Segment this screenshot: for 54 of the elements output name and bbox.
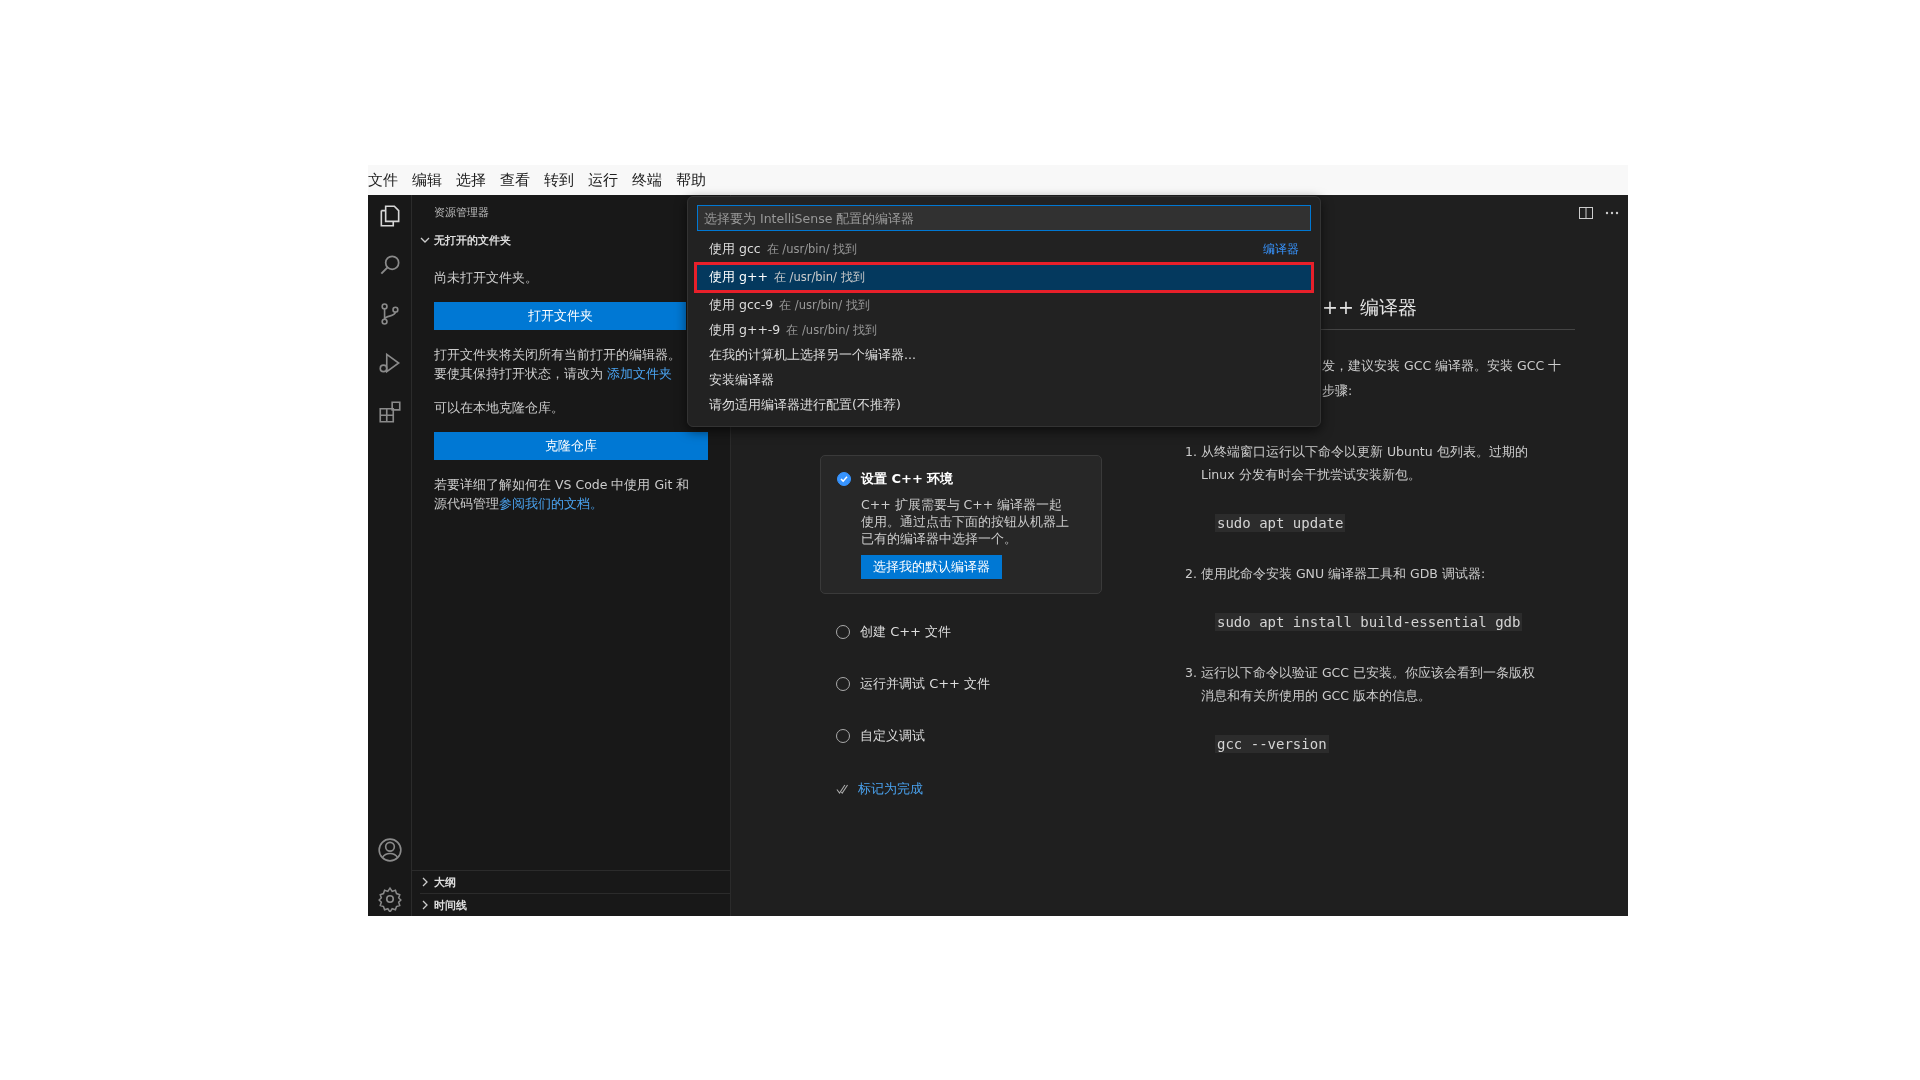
step-title[interactable]: 自定义调试	[860, 727, 925, 745]
quick-pick-item[interactable]: 使用 g++ 在 /usr/bin/ 找到	[694, 262, 1314, 293]
step-title[interactable]: 运行并调试 C++ 文件	[860, 675, 991, 693]
git-note: 若要详细了解如何在 VS Code 中使用 Git 和源代码管理参阅我们的文档。	[434, 476, 691, 513]
quick-pick-item[interactable]: 请勿适用编译器进行配置(不推荐)	[694, 393, 1314, 418]
menu-item[interactable]: 编辑	[412, 170, 442, 190]
split-editor-icon[interactable]	[1578, 205, 1594, 221]
extensions-icon[interactable]	[376, 399, 403, 425]
section-title[interactable]: 无打开的文件夹	[434, 232, 511, 248]
section-title[interactable]: 时间线	[434, 897, 467, 913]
menu-item[interactable]: 文件	[368, 170, 398, 190]
select-compiler-button[interactable]: 选择我的默认编译器	[861, 555, 1002, 579]
open-folder-button[interactable]: 打开文件夹	[434, 302, 686, 330]
step-card[interactable]: 设置 C++ 环境 C++ 扩展需要与 C++ 编译器一起使用。通过点击下面的按钮从机器上已有的编译器中选择一个。 选择我的默认编译器	[820, 455, 1102, 594]
step-text: 使用此命令安装 GNU 编译器工具和 GDB 调试器:	[1200, 565, 1487, 583]
menu-item[interactable]: 转到	[544, 170, 574, 190]
intro-text: 步骤:	[1322, 383, 1354, 400]
quick-pick-item[interactable]: 使用 g++-9 在 /usr/bin/ 找到	[694, 318, 1314, 343]
quick-pick-item[interactable]: 在我的计算机上选择另一个编译器...	[694, 343, 1314, 368]
menu-item[interactable]: 运行	[588, 170, 618, 190]
menu-item[interactable]: 终端	[632, 170, 662, 190]
docs-link[interactable]: 参阅我们的文档。	[499, 496, 603, 511]
step-title: 设置 C++ 环境	[861, 470, 954, 488]
step-text: 从终端窗口运行以下命令以更新 Ubuntu 包列表。过期的 Linux 分发有时会干扰尝试安装新包。	[1200, 443, 1529, 484]
chevron-icon[interactable]	[420, 900, 430, 910]
clone-repo-button[interactable]: 克隆仓库	[434, 432, 708, 460]
mark-done-link[interactable]: 标记为完成	[858, 780, 923, 798]
step-number: 2.	[1185, 565, 1197, 583]
chevron-icon[interactable]	[420, 235, 430, 245]
account-icon[interactable]	[376, 837, 403, 863]
empty-message: 尚未打开文件夹。	[434, 269, 539, 287]
sidebar-title: 资源管理器	[434, 205, 489, 220]
command-code: gcc --version	[1215, 735, 1329, 753]
step-number: 1.	[1185, 443, 1197, 461]
menu-item[interactable]: 查看	[500, 170, 530, 190]
step-number: 3.	[1185, 664, 1197, 682]
intro-text: 发，建议安装 GCC 编译器。安装 GCC 十	[1322, 358, 1563, 375]
settings-icon[interactable]	[376, 886, 403, 912]
clone-message: 可以在本地克隆仓库。	[434, 399, 565, 417]
quick-pick-item[interactable]: 安装编译器	[694, 368, 1314, 393]
step-title[interactable]: 创建 C++ 文件	[860, 623, 952, 641]
command-code: sudo apt install build-essential gdb	[1215, 613, 1523, 631]
step-text: 运行以下命令以验证 GCC 已安装。你应该会看到一条版权消息和有关所使用的 GCC 版本的信息。	[1200, 664, 1537, 705]
menu-item[interactable]: 帮助	[676, 170, 706, 190]
step-description: C++ 扩展需要与 C++ 编译器一起使用。通过点击下面的按钮从机器上已有的编译器中选择一个。	[860, 496, 1070, 547]
quick-pick-item[interactable]: 使用 gcc 在 /usr/bin/ 找到 编译器	[694, 237, 1314, 262]
quick-pick-item[interactable]: 使用 gcc-9 在 /usr/bin/ 找到	[694, 293, 1314, 318]
command-code: sudo apt update	[1215, 514, 1346, 532]
section-title[interactable]: 大纲	[434, 874, 456, 890]
add-folder-link[interactable]: 添加文件夹	[607, 366, 672, 381]
quick-pick-input[interactable]: 选择要为 IntelliSense 配置的编译器	[697, 205, 1311, 231]
menu-item[interactable]: 选择	[456, 170, 486, 190]
chevron-icon[interactable]	[420, 877, 430, 887]
detail-heading: ++ 编译器	[1322, 296, 1417, 318]
